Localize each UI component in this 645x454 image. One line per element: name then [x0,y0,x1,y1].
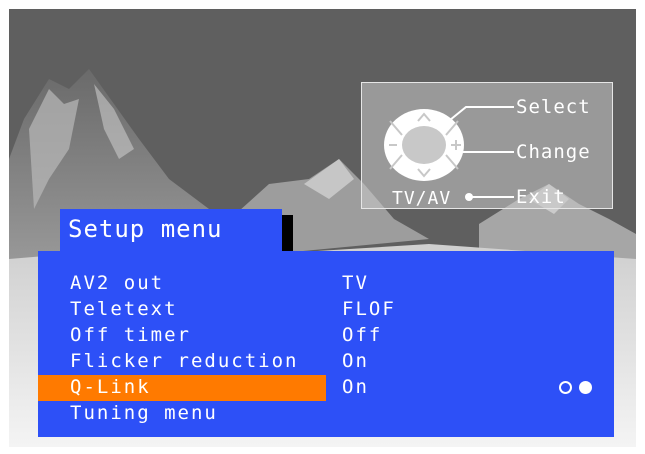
change-hint-label: Change [516,141,591,163]
radio-filled-icon [579,381,592,394]
remote-help-overlay: Select Change Exit TV/AV [361,82,613,209]
menu-item-label: AV2 out [70,272,165,294]
menu-item-label: Tuning menu [70,402,218,424]
menu-item-value: On [342,376,369,398]
exit-hint-label: Exit [516,186,566,208]
menu-item-q-link[interactable]: Q-Link On [38,375,614,401]
menu-item-tuning-menu[interactable]: Tuning menu [38,401,614,427]
menu-item-off-timer[interactable]: Off timer Off [38,323,614,349]
menu-item-av2-out[interactable]: AV2 out TV [38,271,614,297]
menu-item-value: On [342,350,369,372]
menu-item-label: Flicker reduction [70,350,299,372]
menu-item-label: Teletext [70,298,178,320]
menu-title-box: Setup menu [60,209,282,251]
menu-item-teletext[interactable]: Teletext FLOF [38,297,614,323]
menu-item-value: FLOF [342,298,396,320]
menu-item-flicker-reduction[interactable]: Flicker reduction On [38,349,614,375]
tv-screen: Select Change Exit TV/AV Setup menu AV2 … [9,9,636,447]
menu-title: Setup menu [68,215,223,243]
menu-item-label: Q-Link [70,376,151,398]
menu-item-value: Off [342,324,383,346]
select-hint-label: Select [516,96,591,118]
menu-item-label: Off timer [70,324,191,346]
tv-av-button-label: TV/AV [392,188,452,209]
menu-item-value: TV [342,272,369,294]
radio-empty-icon [559,381,572,394]
setup-menu-panel: AV2 out TV Teletext FLOF Off timer Off F… [38,251,614,437]
